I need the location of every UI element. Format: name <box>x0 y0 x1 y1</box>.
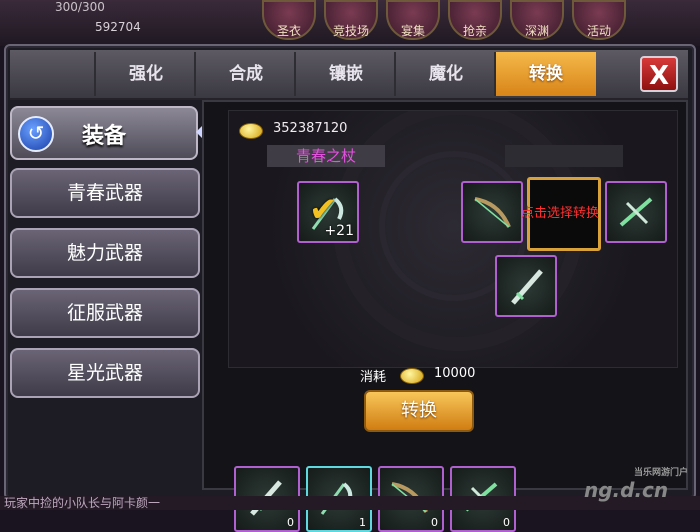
select-target-slot[interactable]: 点击选择转换 <box>521 177 601 251</box>
nav-events[interactable]: 活动 <box>572 0 626 40</box>
sidebar-item-conquest-weapon[interactable]: 征服武器 <box>10 288 200 338</box>
watermark-text: ng.d.cn <box>583 478 669 502</box>
green-crossbow-icon <box>619 197 653 227</box>
select-prompt: 点击选择转换 <box>520 206 599 221</box>
gold-coin-icon <box>239 123 263 139</box>
convert-area: 352387120 青春之杖 ✔ +21 点击选择转换 消耗 10000 转换 … <box>202 100 688 532</box>
equipment-header: ↺ 装备 <box>10 106 206 160</box>
convert-stage: 352387120 青春之杖 ✔ +21 点击选择转换 <box>228 110 678 368</box>
close-button[interactable]: X <box>640 56 678 92</box>
convert-button[interactable]: 转换 <box>364 390 474 432</box>
tab-bar: 强化 合成 镶嵌 魔化 转换 X <box>10 50 688 100</box>
cost-label: 消耗 <box>360 370 387 385</box>
cost-amount: 10000 <box>434 366 476 381</box>
source-item-slot[interactable]: ✔ +21 <box>297 181 359 243</box>
sidebar-item-charm-weapon[interactable]: 魅力武器 <box>10 228 200 278</box>
nav-qiangqin[interactable]: 抢亲 <box>448 0 502 40</box>
energy-counter: 300/300 <box>55 0 105 14</box>
target-item-name <box>505 145 623 167</box>
item-level: +21 <box>324 223 354 239</box>
nav-abyss[interactable]: 深渊 <box>510 0 564 40</box>
tab-convert[interactable]: 转换 <box>494 52 596 96</box>
equipped-check-icon: ✔ <box>309 190 338 230</box>
gold-amount: 352387120 <box>273 121 348 136</box>
tab-compose[interactable]: 合成 <box>194 52 296 96</box>
nav-arena[interactable]: 竞技场 <box>324 0 378 40</box>
sidebar-item-starlight-weapon[interactable]: 星光武器 <box>10 348 200 398</box>
inventory-count: 0 <box>503 516 510 529</box>
site-watermark: 当乐网游门户 ng.d.cn <box>584 465 688 502</box>
source-item-name: 青春之杖 <box>267 145 385 167</box>
green-bow-icon <box>474 197 511 228</box>
nav-shengyi[interactable]: 圣衣 <box>262 0 316 40</box>
option-slot-crossbow[interactable] <box>605 181 667 243</box>
sidebar-item-youth-weapon[interactable]: 青春武器 <box>10 168 200 218</box>
cost-gold-icon <box>400 368 424 384</box>
watermark-subtitle: 当乐网游门户 <box>633 468 688 478</box>
inventory-count: 1 <box>359 516 366 529</box>
green-sword-icon <box>511 269 543 305</box>
tab-enhance[interactable]: 强化 <box>94 52 196 96</box>
option-slot-sword[interactable] <box>495 255 557 317</box>
tab-inlay[interactable]: 镶嵌 <box>294 52 396 96</box>
inventory-count: 0 <box>431 516 438 529</box>
tab-magicize[interactable]: 魔化 <box>394 52 496 96</box>
sidebar-title: 装备 <box>82 124 127 149</box>
gold-counter: 592704 <box>95 20 141 34</box>
enhance-panel: 强化 合成 镶嵌 魔化 转换 X ↺ 装备 青春武器 魅力武器 征服武器 星光武… <box>4 44 696 532</box>
nav-banquet[interactable]: 宴集 <box>386 0 440 40</box>
top-hud: 300/300 592704 圣衣 竞技场 宴集 抢亲 深渊 活动 <box>0 0 700 46</box>
top-nav: 圣衣 竞技场 宴集 抢亲 深渊 活动 <box>262 0 626 40</box>
inventory-count: 0 <box>287 516 294 529</box>
back-arrow-icon[interactable]: ↺ <box>18 116 54 152</box>
option-slot-bow[interactable] <box>461 181 523 243</box>
